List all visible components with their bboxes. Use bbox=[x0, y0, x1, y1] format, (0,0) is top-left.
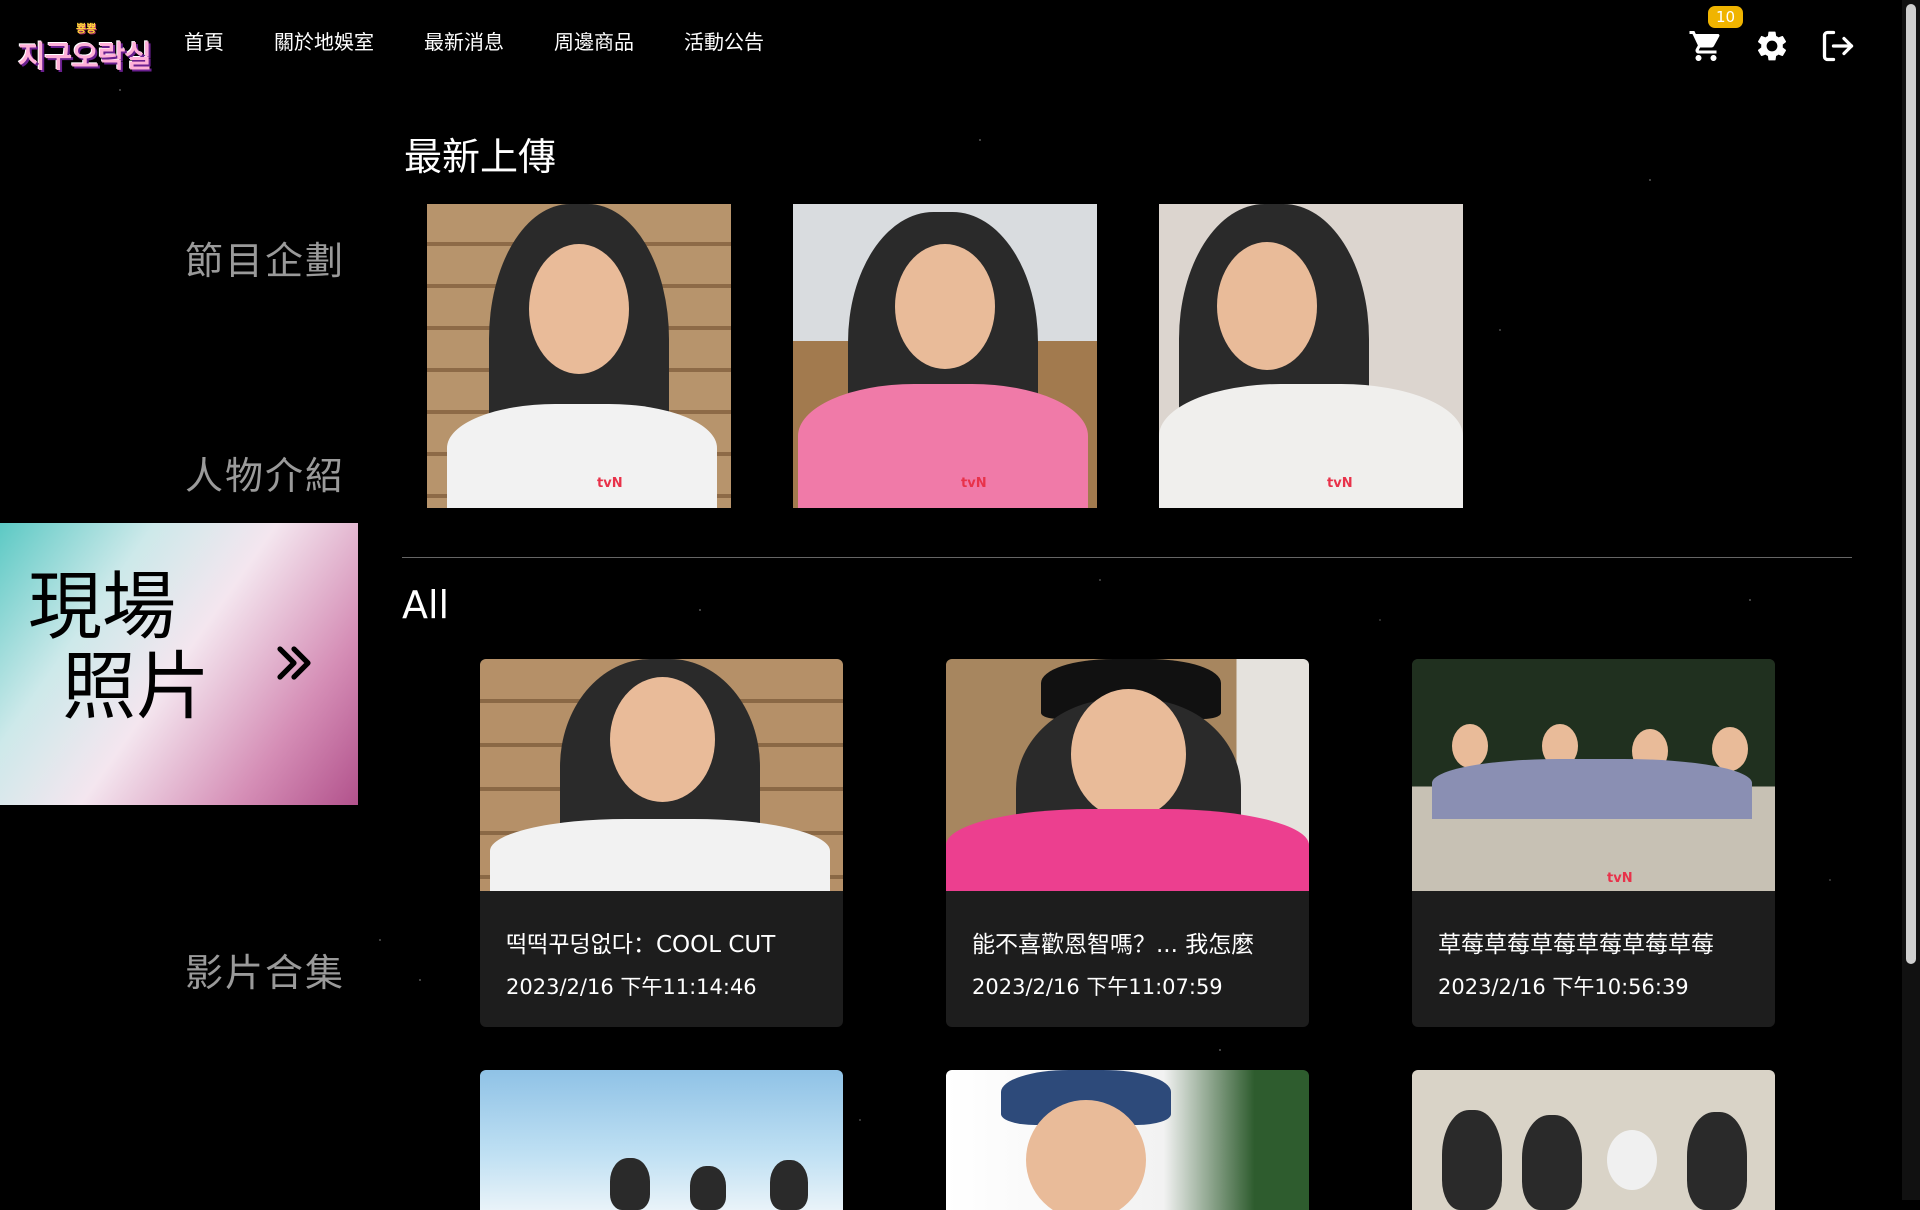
section-divider bbox=[402, 557, 1852, 558]
card-thumbnail bbox=[480, 659, 843, 891]
channel-watermark: tvN bbox=[961, 476, 987, 491]
page-scrollbar[interactable] bbox=[1902, 0, 1920, 1200]
logout-button[interactable] bbox=[1816, 24, 1860, 68]
photo-card[interactable]: 能不喜歡恩智嗎？... 我怎麼 2023/2/16 下午11:07:59 bbox=[946, 659, 1309, 1027]
header-actions: 10 bbox=[1662, 6, 1860, 68]
sidebar-item-program[interactable]: 節目企劃 bbox=[185, 230, 345, 285]
card-title: 草莓草莓草莓草莓草莓草莓 bbox=[1438, 932, 1714, 958]
cart-count-badge: 10 bbox=[1708, 6, 1744, 28]
latest-photo[interactable]: tvN bbox=[793, 204, 1097, 508]
channel-watermark: tvN bbox=[597, 476, 623, 491]
card-date: 2023/2/16 下午11:14:46 bbox=[506, 975, 757, 999]
card-thumbnail: tvN bbox=[1412, 659, 1775, 891]
gear-icon bbox=[1757, 31, 1787, 61]
site-logo[interactable]: 뿅뿅 지구오락실 bbox=[18, 20, 160, 75]
card-title: 떡떡꾸덩없다：COOL CUT bbox=[506, 932, 776, 958]
nav-news[interactable]: 最新消息 bbox=[424, 26, 504, 55]
cart-button[interactable]: 10 bbox=[1684, 6, 1744, 68]
latest-photo[interactable]: tvN bbox=[1159, 204, 1463, 508]
nav-merch[interactable]: 周邊商品 bbox=[554, 26, 634, 55]
sidebar-item-cast[interactable]: 人物介紹 bbox=[185, 445, 345, 500]
sidebar-item-videos[interactable]: 影片合集 bbox=[185, 942, 345, 997]
photo-card[interactable]: 떡떡꾸덩없다：COOL CUT 2023/2/16 下午11:14:46 bbox=[480, 659, 843, 1027]
main-nav: 首頁 關於地娛室 最新消息 周邊商品 活動公告 bbox=[184, 26, 814, 55]
latest-photo[interactable]: tvN bbox=[427, 204, 731, 508]
nav-events[interactable]: 活動公告 bbox=[684, 26, 764, 55]
logout-icon bbox=[1822, 30, 1854, 62]
card-date: 2023/2/16 下午10:56:39 bbox=[1438, 975, 1689, 999]
cart-icon bbox=[1689, 31, 1720, 61]
top-navbar: 뿅뿅 지구오락실 首頁 關於地娛室 最新消息 周邊商品 活動公告 10 bbox=[0, 0, 1920, 82]
channel-watermark: tvN bbox=[1327, 476, 1353, 491]
card-date: 2023/2/16 下午11:07:59 bbox=[972, 975, 1223, 999]
all-section-title: All bbox=[402, 583, 450, 627]
logo-text: 지구오락실 bbox=[18, 40, 152, 75]
double-chevron-right-icon bbox=[277, 646, 311, 680]
sidebar-item-photos-active[interactable]: 現場 照片 bbox=[0, 523, 358, 805]
photo-card[interactable] bbox=[480, 1070, 843, 1210]
latest-uploads-title: 最新上傳 bbox=[404, 135, 557, 179]
channel-watermark: tvN bbox=[1607, 871, 1633, 886]
photo-card[interactable] bbox=[946, 1070, 1309, 1210]
settings-button[interactable] bbox=[1750, 24, 1794, 68]
photo-card[interactable] bbox=[1412, 1070, 1775, 1210]
nav-home[interactable]: 首頁 bbox=[184, 26, 224, 55]
nav-about[interactable]: 關於地娛室 bbox=[274, 26, 374, 55]
photo-card[interactable]: tvN 草莓草莓草莓草莓草莓草莓 2023/2/16 下午10:56:39 bbox=[1412, 659, 1775, 1027]
scrollbar-thumb[interactable] bbox=[1906, 4, 1916, 964]
card-title: 能不喜歡恩智嗎？... 我怎麼 bbox=[972, 932, 1255, 958]
active-label-line2: 照片 bbox=[62, 644, 210, 730]
card-thumbnail bbox=[946, 659, 1309, 891]
